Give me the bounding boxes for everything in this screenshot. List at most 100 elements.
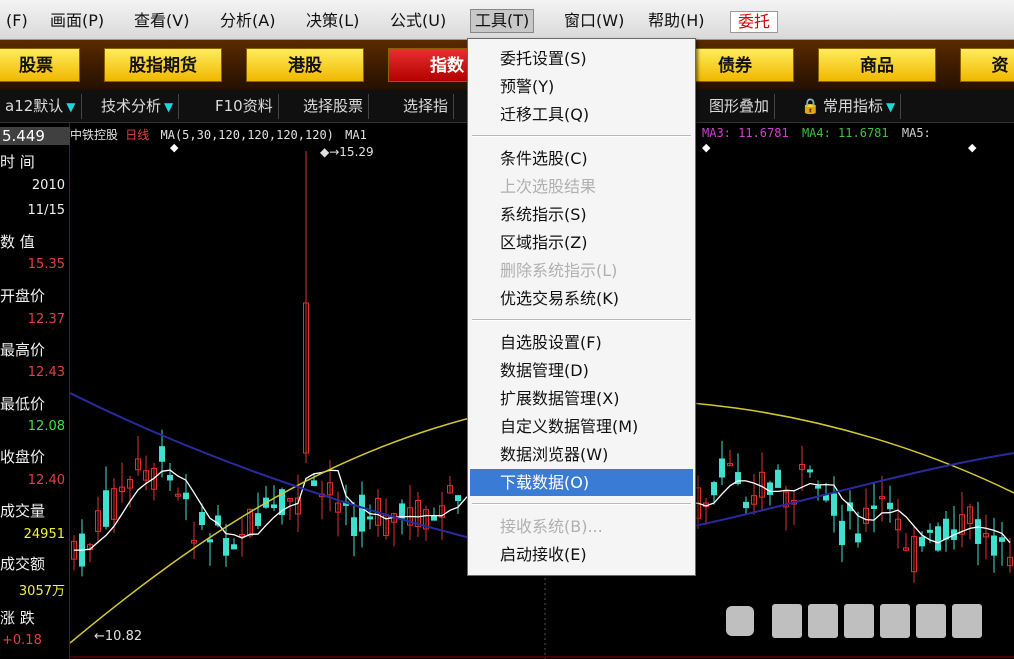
candle-body	[359, 494, 365, 532]
candle-body	[999, 537, 1005, 542]
candle-body	[775, 469, 781, 488]
menu-analysis[interactable]: 分析(A)	[216, 9, 279, 33]
candle-body	[743, 501, 749, 509]
candle-body	[943, 518, 949, 540]
common-indicator-selector[interactable]: 常用指标 ▼	[818, 94, 902, 119]
change-value: +0.18	[2, 633, 42, 648]
high-value: 12.43	[27, 365, 65, 380]
candle-body	[255, 513, 261, 526]
tab-more[interactable]: 资	[960, 48, 1014, 82]
low-price-label: ←10.82	[94, 629, 143, 644]
candle-body	[815, 485, 821, 489]
candle-body	[183, 492, 189, 500]
trade-button[interactable]: 委托	[730, 11, 778, 33]
menu-file[interactable]: (F)	[2, 9, 32, 33]
overlay-button[interactable]: 图形叠加	[704, 94, 776, 119]
menu-item-3[interactable]: 条件选股(C)	[470, 145, 693, 172]
menu-separator	[472, 503, 691, 505]
menu-separator	[472, 319, 691, 321]
date-value: 11/15	[27, 203, 65, 218]
marker-diamond: ◆	[170, 141, 179, 154]
menu-help[interactable]: 帮助(H)	[644, 9, 709, 33]
menu-item-14[interactable]: 下载数据(O)	[470, 469, 693, 496]
candle-body	[103, 490, 109, 527]
candle-body	[935, 526, 941, 551]
select-index-button[interactable]: 选择指	[398, 94, 455, 119]
menu-separator	[472, 135, 691, 137]
tab-index-futures[interactable]: 股指期货	[104, 48, 222, 82]
select-stock-button[interactable]: 选择股票	[298, 94, 370, 119]
candle-body	[919, 536, 925, 547]
candle-body	[199, 512, 205, 526]
common-indicator-label: 常用指标	[823, 97, 884, 115]
tab-stocks[interactable]: 股票	[0, 48, 80, 82]
watermark-logo	[726, 604, 982, 638]
tab-commodities[interactable]: 商品	[818, 48, 936, 82]
candle-body	[855, 533, 861, 543]
peak-price-value: 15.29	[339, 145, 374, 159]
candle-body	[431, 515, 437, 521]
candle-body	[887, 502, 893, 510]
chevron-down-icon[interactable]: ▼	[886, 100, 895, 114]
time-label: 时 间	[0, 153, 35, 171]
tools-dropdown-menu: 委托设置(S) 预警(Y) 迁移工具(Q) 条件选股(C) 上次选股结果 系统指示(S) 区…	[467, 38, 696, 576]
menu-item-7: 删除系统指示(L)	[500, 261, 618, 280]
menu-item-15: 接收系统(B)...	[500, 517, 603, 536]
tech-analysis-selector[interactable]: 技术分析 ▼	[96, 94, 180, 119]
menu-item-0[interactable]: 委托设置(S)	[470, 45, 693, 72]
f10-button[interactable]: F10资料	[210, 94, 279, 119]
candle-body	[159, 446, 165, 462]
menu-item-6[interactable]: 区域指示(Z)	[470, 229, 693, 256]
menu-item-11[interactable]: 扩展数据管理(X)	[470, 385, 693, 412]
current-price: 5.449	[0, 127, 70, 145]
candle-body	[831, 493, 837, 516]
low-label: 最低价	[0, 395, 46, 413]
peak-price-arrow: ◆→	[320, 145, 340, 159]
value-label: 数 值	[0, 233, 35, 251]
candle-body	[711, 482, 717, 496]
menu-decision[interactable]: 决策(L)	[302, 9, 363, 33]
peak-price-label: ◆→15.29	[320, 145, 374, 159]
menu-item-13[interactable]: 数据浏览器(W)	[470, 441, 693, 468]
menu-item-8[interactable]: 优选交易系统(K)	[470, 285, 693, 312]
change-label: 涨 跌	[0, 609, 35, 627]
quote-info-panel: 5.449 时 间 2010 11/15 数 值 15.35 开盘价 12.37…	[0, 123, 70, 659]
menu-view[interactable]: 查看(V)	[130, 9, 193, 33]
candle-body	[839, 520, 845, 546]
candle-body	[927, 529, 933, 533]
candle-body	[991, 535, 997, 556]
open-label: 开盘价	[0, 287, 46, 305]
candle-body	[231, 544, 237, 550]
menu-item-1[interactable]: 预警(Y)	[470, 73, 693, 100]
candle-body	[871, 505, 877, 510]
high-label: 最高价	[0, 341, 46, 359]
ma-selector[interactable]: a12默认 ▼	[0, 94, 82, 119]
candle-body	[351, 517, 357, 537]
close-value: 12.40	[27, 473, 65, 488]
menu-formula[interactable]: 公式(U)	[386, 9, 450, 33]
chevron-down-icon[interactable]: ▼	[66, 100, 75, 114]
candle-body	[223, 538, 229, 556]
chevron-down-icon[interactable]: ▼	[164, 100, 173, 114]
menu-item-16[interactable]: 启动接收(E)	[470, 541, 693, 568]
menu-tools[interactable]: 工具(T)	[470, 9, 535, 33]
open-value: 12.37	[27, 312, 65, 327]
menu-window[interactable]: 窗口(W)	[560, 9, 628, 33]
marker-diamond: ◆	[702, 141, 711, 154]
menu-view-screen[interactable]: 画面(P)	[46, 9, 108, 33]
candle-body	[367, 516, 373, 520]
close-label: 收盘价	[0, 448, 46, 466]
candle-body	[167, 474, 173, 481]
tech-analysis-label: 技术分析	[101, 97, 162, 115]
menu-item-12[interactable]: 自定义数据管理(M)	[470, 413, 693, 440]
volume-value: 24951	[23, 527, 65, 542]
tab-hk-stocks[interactable]: 港股	[246, 48, 364, 82]
candle-body	[271, 504, 277, 509]
menu-item-2[interactable]: 迁移工具(Q)	[470, 101, 693, 128]
menu-item-5[interactable]: 系统指示(S)	[470, 201, 693, 228]
menu-item-10[interactable]: 数据管理(D)	[470, 357, 693, 384]
amount-value: 3057万	[18, 584, 65, 599]
menu-item-9[interactable]: 自选股设置(F)	[470, 329, 693, 356]
year-value: 2010	[31, 178, 65, 193]
candle-body	[975, 519, 981, 544]
